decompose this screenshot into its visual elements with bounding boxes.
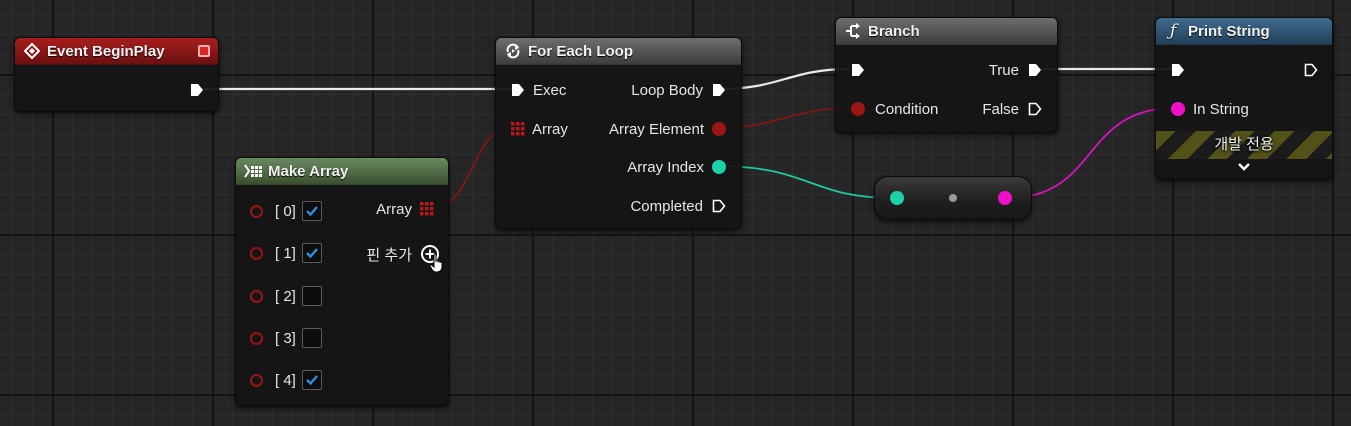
- conversion-center-dot: [949, 194, 957, 202]
- node-title: Event BeginPlay: [47, 42, 165, 60]
- loop-icon: [504, 42, 522, 60]
- loop-body-label: Loop Body: [631, 81, 703, 99]
- node-title: Branch: [868, 22, 920, 40]
- element-checkbox[interactable]: [301, 243, 322, 263]
- in-string-label: In String: [1193, 100, 1249, 118]
- array-output-row: Array: [376, 198, 434, 220]
- true-row: True: [989, 59, 1043, 81]
- exec-out-pin[interactable]: [1303, 62, 1319, 78]
- conversion-int-in-pin[interactable]: [890, 191, 904, 205]
- false-label: False: [982, 100, 1019, 118]
- exec-input-row: Exec: [510, 79, 566, 101]
- conversion-string-out-pin[interactable]: [998, 191, 1012, 205]
- make-array-header[interactable]: Make Array: [236, 158, 448, 185]
- element-checkbox[interactable]: [301, 201, 322, 221]
- exec-in-pin[interactable]: [510, 82, 526, 98]
- false-out-pin[interactable]: [1027, 101, 1043, 117]
- element-label: [ 4]: [275, 371, 296, 389]
- branch-node[interactable]: Branch Condition True False: [835, 17, 1058, 133]
- array-element-row-0: [ 0]: [250, 200, 322, 222]
- exec-out-pin[interactable]: [189, 82, 205, 98]
- print-string-node[interactable]: ƒ Print String In String 개발 전용: [1155, 17, 1333, 180]
- node-title: Make Array: [268, 162, 349, 180]
- exec-label: Exec: [533, 81, 567, 99]
- array-index-label: Array Index: [627, 158, 704, 176]
- in-string-row: In String: [1171, 98, 1249, 120]
- branch-header[interactable]: Branch: [836, 18, 1057, 45]
- element-label: [ 0]: [275, 202, 296, 220]
- make-array-icon: [244, 162, 262, 180]
- array-element-row-3: [ 3]: [250, 327, 322, 349]
- print-string-header[interactable]: ƒ Print String: [1156, 18, 1332, 45]
- wire-index-to-reroute[interactable]: [715, 165, 894, 199]
- array-in-pin[interactable]: [511, 122, 525, 136]
- element-checkbox[interactable]: [301, 370, 322, 390]
- element-label: [ 3]: [275, 329, 296, 347]
- element-input-pin[interactable]: [250, 289, 263, 303]
- condition-label: Condition: [875, 100, 939, 118]
- event-beginplay-header[interactable]: Event BeginPlay: [15, 38, 218, 65]
- array-element-row-1: [ 1]: [250, 242, 322, 264]
- node-title: For Each Loop: [528, 42, 633, 60]
- element-input-pin[interactable]: [250, 373, 263, 387]
- array-input-row: Array: [511, 118, 568, 140]
- element-label: [ 2]: [275, 287, 296, 305]
- hand-cursor-icon: [429, 253, 445, 273]
- element-label: [ 1]: [275, 244, 296, 262]
- event-diamond-icon: [23, 42, 41, 60]
- make-array-node[interactable]: Make Array [ 0] [ 1] [ 2] [ 3] [ 4] Arra…: [235, 157, 449, 406]
- event-beginplay-node[interactable]: Event BeginPlay: [14, 37, 219, 112]
- array-element-label: Array Element: [608, 120, 704, 138]
- array-element-row: Array Element: [609, 118, 726, 140]
- loop-body-out-pin[interactable]: [711, 82, 727, 98]
- completed-out-pin[interactable]: [711, 198, 727, 214]
- element-input-pin[interactable]: [250, 331, 263, 345]
- development-only-label: 개발 전용: [1214, 136, 1274, 153]
- condition-row: Condition: [851, 98, 938, 120]
- element-input-pin[interactable]: [250, 246, 263, 260]
- element-checkbox[interactable]: [301, 286, 322, 306]
- array-index-out-pin[interactable]: [712, 160, 726, 174]
- branch-icon: [844, 22, 862, 40]
- chevron-down-icon[interactable]: [1236, 160, 1252, 174]
- array-element-row-4: [ 4]: [250, 369, 322, 391]
- exec-in-pin[interactable]: [1170, 62, 1186, 78]
- event-delegate-icon[interactable]: [198, 45, 210, 57]
- add-pin-label: 핀 추가: [366, 246, 412, 264]
- function-icon: ƒ: [1169, 21, 1177, 41]
- array-label: Array: [532, 120, 568, 138]
- true-label: True: [988, 61, 1019, 79]
- in-string-pin[interactable]: [1171, 102, 1185, 116]
- condition-in-pin[interactable]: [851, 102, 865, 116]
- for-each-loop-header[interactable]: For Each Loop: [496, 38, 741, 65]
- false-row: False: [982, 98, 1043, 120]
- conversion-node[interactable]: [874, 176, 1032, 220]
- exec-in-pin[interactable]: [850, 62, 866, 78]
- element-input-pin[interactable]: [250, 204, 263, 218]
- loop-body-row: Loop Body: [631, 79, 727, 101]
- array-index-row: Array Index: [627, 156, 726, 178]
- completed-label: Completed: [630, 197, 703, 215]
- node-title: Print String: [1188, 22, 1270, 40]
- completed-row: Completed: [630, 195, 727, 217]
- array-output-label: Array: [376, 200, 412, 218]
- array-element-row-2: [ 2]: [250, 285, 322, 307]
- true-out-pin[interactable]: [1027, 62, 1043, 78]
- array-element-out-pin[interactable]: [712, 122, 726, 136]
- element-checkbox[interactable]: [301, 328, 322, 348]
- for-each-loop-node[interactable]: For Each Loop Exec Array Loop Body Array…: [495, 37, 742, 229]
- array-output-pin[interactable]: [420, 202, 434, 216]
